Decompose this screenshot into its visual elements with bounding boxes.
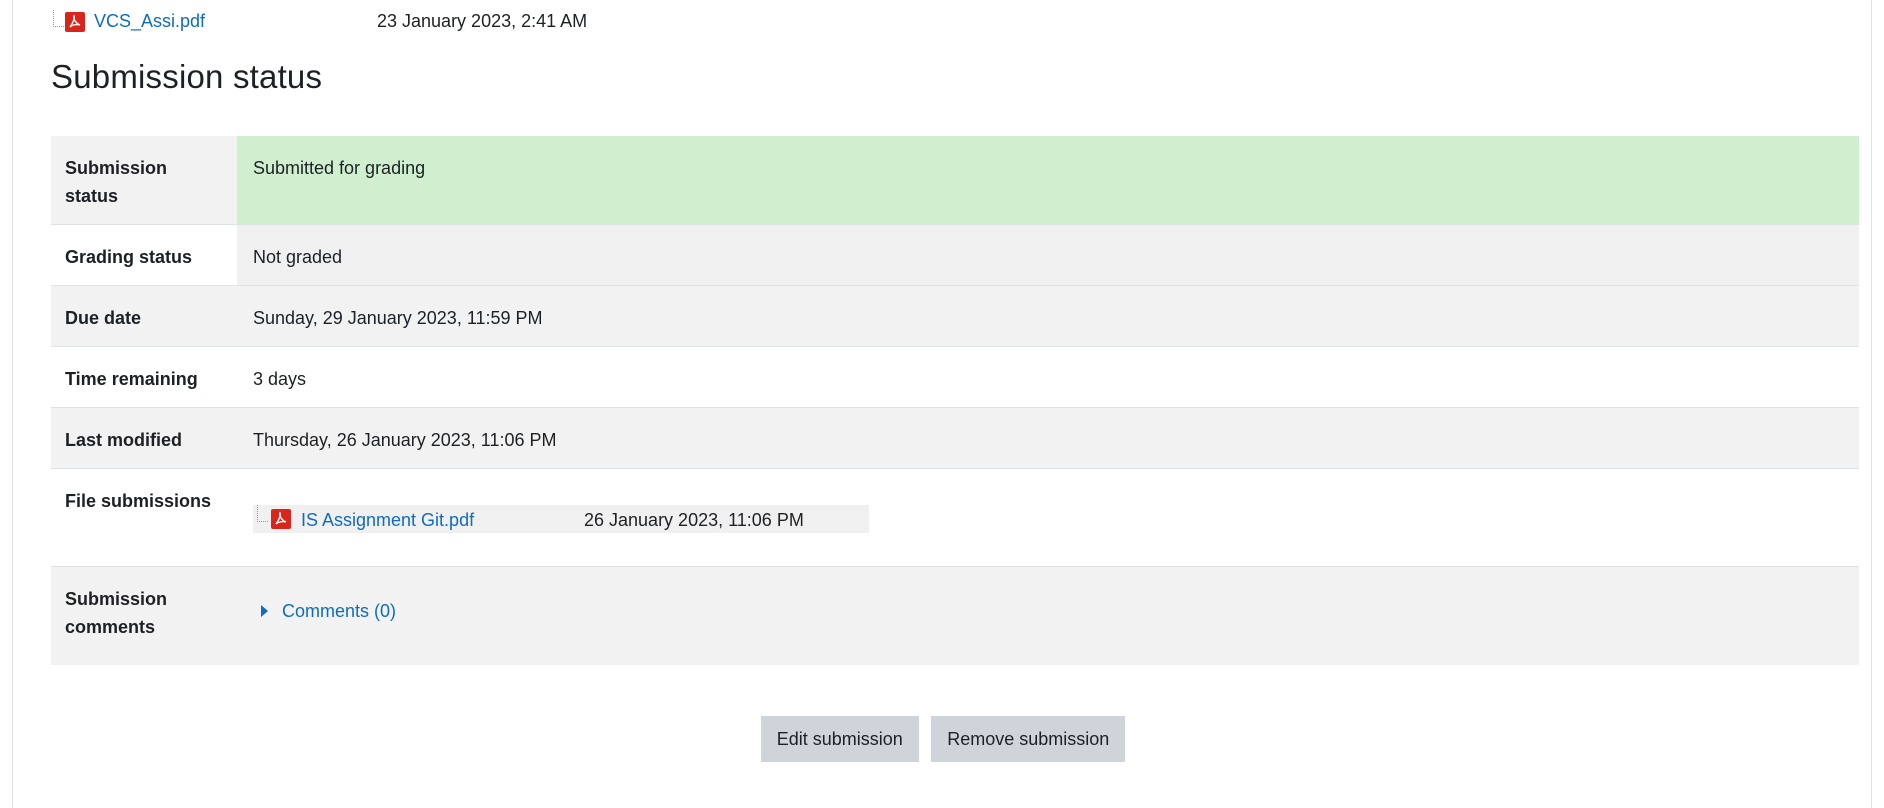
submission-status-value: Submitted for grading <box>237 136 1859 225</box>
row-label-file-submissions: File submissions <box>51 468 237 567</box>
remove-submission-button[interactable]: Remove submission <box>931 716 1126 762</box>
table-row: Submission comments Comments (0) <box>51 566 1859 665</box>
table-row: Submission status Submitted for grading <box>51 136 1859 225</box>
file-date: 26 January 2023, 11:06 PM <box>584 510 804 530</box>
row-label-submission-status: Submission status <box>51 136 237 225</box>
tree-connector <box>53 10 64 27</box>
file-link-vcs-assi[interactable]: VCS_Assi.pdf <box>94 11 205 32</box>
row-label-due-date: Due date <box>51 285 237 347</box>
last-modified-value: Thursday, 26 January 2023, 11:06 PM <box>253 430 557 450</box>
table-row: Time remaining 3 days <box>51 346 1859 408</box>
row-label-time-remaining: Time remaining <box>51 346 237 408</box>
page-card: VCS_Assi.pdf 23 January 2023, 2:41 AM Su… <box>12 0 1872 808</box>
file-date: 23 January 2023, 2:41 AM <box>377 11 588 31</box>
row-label-grading-status: Grading status <box>51 224 237 286</box>
table-row: Grading status Not graded <box>51 224 1859 286</box>
time-remaining-value: 3 days <box>253 369 307 389</box>
file-link-is-assignment-git[interactable]: IS Assignment Git.pdf <box>301 506 474 534</box>
submitted-file-row: IS Assignment Git.pdf 26 January 2023, 1… <box>253 505 869 533</box>
table-row: File submissions IS Assignment Git.pdf 2… <box>51 468 1859 567</box>
attached-file-row: VCS_Assi.pdf 23 January 2023, 2:41 AM <box>53 10 693 38</box>
row-label-last-modified: Last modified <box>51 407 237 469</box>
caret-right-icon <box>261 605 268 617</box>
edit-submission-button[interactable]: Edit submission <box>760 716 919 762</box>
action-buttons: Edit submission Remove submission <box>39 716 1847 762</box>
table-row: Due date Sunday, 29 January 2023, 11:59 … <box>51 285 1859 347</box>
file-submissions-cell: IS Assignment Git.pdf 26 January 2023, 1… <box>237 469 1859 567</box>
submission-comments-cell: Comments (0) <box>237 567 1859 665</box>
tree-connector <box>257 505 268 522</box>
table-row: Last modified Thursday, 26 January 2023,… <box>51 407 1859 469</box>
due-date-value: Sunday, 29 January 2023, 11:59 PM <box>253 308 543 328</box>
row-label-submission-comments: Submission comments <box>51 566 237 665</box>
pdf-icon <box>65 12 85 32</box>
submission-status-table: Submission status Submitted for grading … <box>51 136 1859 665</box>
grading-status-value: Not graded <box>237 224 1859 286</box>
pdf-icon <box>271 509 291 529</box>
page-title: Submission status <box>51 58 323 95</box>
comments-link: Comments (0) <box>282 601 397 621</box>
comments-toggle[interactable]: Comments (0) <box>253 597 396 625</box>
